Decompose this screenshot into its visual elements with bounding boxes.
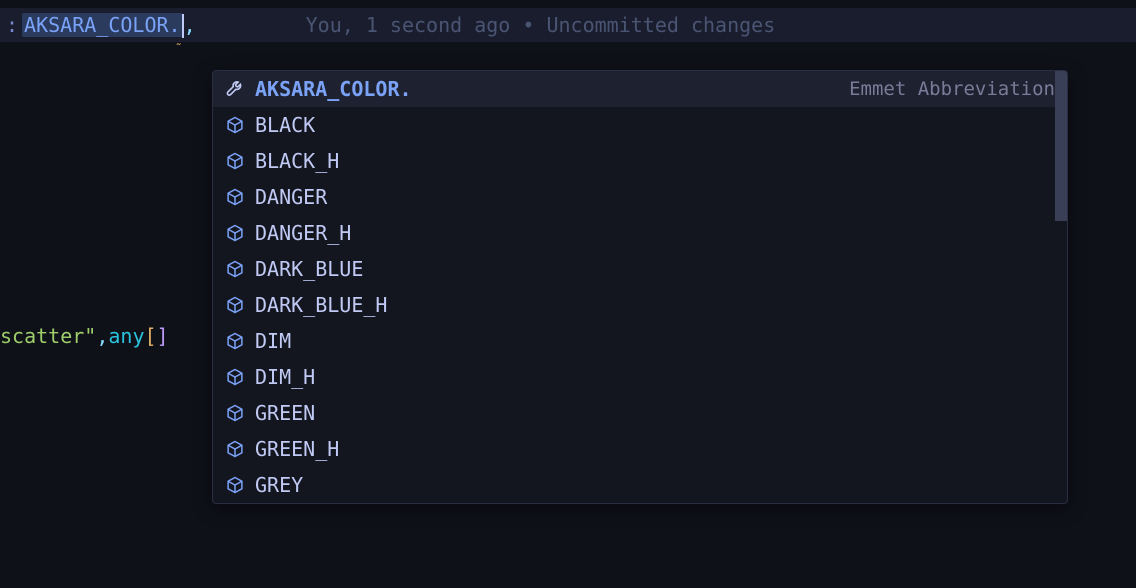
scrollbar-track[interactable] [1055,71,1067,503]
wrench-icon [225,79,245,99]
cube-icon [225,331,245,351]
cube-icon [225,259,245,279]
autocomplete-item-label: DIM [255,329,1055,353]
autocomplete-item-label: BLACK_H [255,149,1055,173]
autocomplete-item[interactable]: DARK_BLUE_H [213,287,1067,323]
cube-icon [225,295,245,315]
autocomplete-item[interactable]: DIM [213,323,1067,359]
autocomplete-item-label: DANGER [255,185,1055,209]
autocomplete-item[interactable]: DANGER [213,179,1067,215]
line-prefix: : [0,13,18,37]
cube-icon [225,115,245,135]
autocomplete-item-label: GREEN [255,401,1055,425]
cube-icon [225,223,245,243]
autocomplete-item-label: GREY [255,473,1055,497]
autocomplete-item[interactable]: AKSARA_COLOR. Emmet Abbreviation [213,71,1067,107]
code-line-snippet[interactable]: scatter" , any [ ] [0,324,169,348]
bracket-open: [ [145,324,157,348]
autocomplete-item-detail: Emmet Abbreviation [849,78,1055,100]
autocomplete-item[interactable]: BLACK [213,107,1067,143]
autocomplete-item-label: DANGER_H [255,221,1055,245]
autocomplete-item-label: DARK_BLUE_H [255,293,1055,317]
typed-token: AKSARA_COLOR. [22,13,183,37]
autocomplete-item[interactable]: GREEN [213,395,1067,431]
autocomplete-item[interactable]: DARK_BLUE [213,251,1067,287]
bracket-close: ] [157,324,169,348]
cube-icon [225,367,245,387]
comma-token: , [184,13,196,37]
cursor-position [183,12,184,38]
autocomplete-item-label: DIM_H [255,365,1055,389]
string-literal: scatter" [0,324,96,348]
cube-icon [225,439,245,459]
comma: , [96,324,108,348]
scrollbar-thumb[interactable] [1055,71,1067,221]
autocomplete-item-label: DARK_BLUE [255,257,1055,281]
autocomplete-item-label: BLACK [255,113,1055,137]
editor-current-line[interactable]: : AKSARA_COLOR. , You, 1 second ago • Un… [0,8,1136,42]
warning-squiggle: ˜ [175,42,182,56]
cube-icon [225,187,245,207]
autocomplete-popup[interactable]: AKSARA_COLOR. Emmet Abbreviation BLACK BLAC… [212,70,1068,504]
autocomplete-item[interactable]: DIM_H [213,359,1067,395]
autocomplete-item[interactable]: GREY [213,467,1067,503]
autocomplete-item[interactable]: BLACK_H [213,143,1067,179]
git-blame-annotation: You, 1 second ago • Uncommitted changes [306,13,776,37]
autocomplete-item[interactable]: DANGER_H [213,215,1067,251]
cube-icon [225,151,245,171]
cube-icon [225,403,245,423]
any-keyword: any [108,324,144,348]
autocomplete-item-label: AKSARA_COLOR. [255,77,839,101]
autocomplete-item[interactable]: GREEN_H [213,431,1067,467]
autocomplete-item-label: GREEN_H [255,437,1055,461]
cube-icon [225,475,245,495]
text-cursor [182,14,184,38]
